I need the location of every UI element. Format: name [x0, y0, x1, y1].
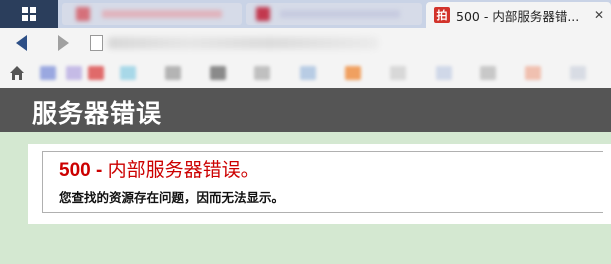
- bookmark-item[interactable]: [345, 66, 361, 80]
- error-content-frame: 500 - 内部服务器错误。 您查找的资源存在问题，因而无法显示。: [42, 151, 603, 213]
- bookmark-item[interactable]: [525, 66, 541, 80]
- back-arrow-icon[interactable]: [16, 35, 27, 51]
- bookmark-item[interactable]: [40, 66, 56, 80]
- windows-start-button[interactable]: [0, 0, 58, 28]
- address-bar[interactable]: [108, 37, 378, 49]
- tab-title: 500 - 内部服务器错...: [456, 8, 580, 24]
- bookmark-item[interactable]: [66, 66, 82, 80]
- page-title: 服务器错误: [32, 99, 163, 128]
- bookmark-item[interactable]: [480, 66, 496, 80]
- forward-arrow-icon[interactable]: [58, 35, 69, 51]
- tab-blurred-2[interactable]: [246, 3, 422, 25]
- bookmark-item[interactable]: [436, 66, 452, 80]
- bookmark-item[interactable]: [120, 66, 136, 80]
- error-title-text: 内部服务器错误。: [107, 160, 260, 181]
- error-code: 500 -: [59, 160, 103, 181]
- bookmark-item[interactable]: [570, 66, 586, 80]
- tab-blurred-1[interactable]: [62, 3, 242, 25]
- bookmarks-bar: [0, 58, 611, 88]
- tab-strip: 拍 500 - 内部服务器错... ✕: [0, 0, 611, 28]
- bookmark-item[interactable]: [88, 66, 104, 80]
- bookmark-item[interactable]: [210, 66, 226, 80]
- error-panel: 500 - 内部服务器错误。 您查找的资源存在问题，因而无法显示。: [28, 144, 611, 224]
- page-icon: [90, 35, 103, 51]
- bookmark-item[interactable]: [165, 66, 181, 80]
- tab-close-icon[interactable]: ✕: [594, 8, 604, 22]
- home-icon[interactable]: [9, 65, 25, 81]
- bookmark-item[interactable]: [390, 66, 406, 80]
- error-heading: 500 - 内部服务器错误。: [59, 155, 260, 182]
- error-message: 您查找的资源存在问题，因而无法显示。: [59, 190, 285, 205]
- bookmark-item[interactable]: [254, 66, 270, 80]
- windows-logo-icon: [22, 7, 36, 21]
- page-header: 服务器错误: [0, 88, 611, 132]
- tab-active[interactable]: 拍 500 - 内部服务器错... ✕: [426, 2, 611, 28]
- navigation-bar: [0, 28, 611, 58]
- site-favicon-icon: 拍: [434, 7, 450, 23]
- bookmark-item[interactable]: [300, 66, 316, 80]
